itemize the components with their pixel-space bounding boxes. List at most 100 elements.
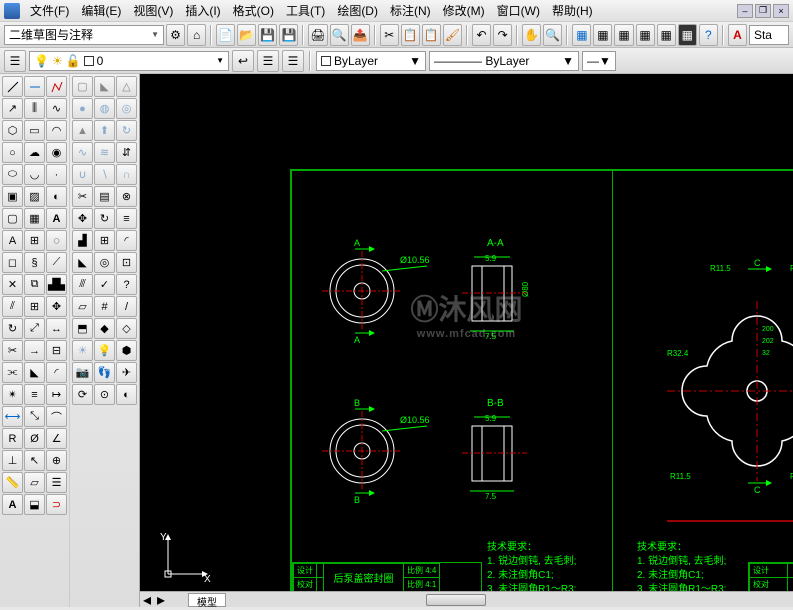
layer-combo[interactable]: 💡 ☀ 🔓 0 ▼ xyxy=(29,51,229,71)
convtosolid-tool[interactable]: ◆ xyxy=(94,318,115,339)
3dalign-tool[interactable]: ≡ xyxy=(116,208,137,229)
block-tool[interactable]: ▣ xyxy=(2,186,23,207)
extend-tool[interactable]: → xyxy=(24,340,45,361)
revcloud-tool[interactable]: ☁ xyxy=(24,142,45,163)
copy-tool[interactable]: ⧉ xyxy=(24,274,45,295)
leader-tool[interactable]: ↖ xyxy=(24,450,45,471)
multiline-tool[interactable]: ⫼ xyxy=(24,98,45,119)
extrude-tool[interactable]: ⬆ xyxy=(94,120,115,141)
material-tool[interactable]: ⬢ xyxy=(116,340,137,361)
drawing-canvas[interactable]: A3图框 A A Ø10.56 A-A xyxy=(140,74,793,607)
edge-tool[interactable]: / xyxy=(116,296,137,317)
rotate-tool[interactable]: ↻ xyxy=(2,318,23,339)
scale-tool[interactable]: ⤢ xyxy=(24,318,45,339)
trim-tool[interactable]: ✂ xyxy=(2,340,23,361)
region-tool[interactable]: ▢ xyxy=(2,208,23,229)
view-tool[interactable]: ⬓ xyxy=(24,494,45,515)
mtext-tool[interactable]: A xyxy=(2,230,23,251)
polygon-tool[interactable]: ⬡ xyxy=(2,120,23,141)
properties-button[interactable]: ▦ xyxy=(572,24,591,46)
box-tool[interactable]: ▢ xyxy=(72,76,93,97)
wedge-tool[interactable]: ◣ xyxy=(94,76,115,97)
list-tool[interactable]: ☰ xyxy=(46,472,67,493)
break-tool[interactable]: ⊟ xyxy=(46,340,67,361)
planar-tool[interactable]: ▱ xyxy=(72,296,93,317)
redo-button[interactable]: ↷ xyxy=(493,24,512,46)
area-tool[interactable]: ▱ xyxy=(24,472,45,493)
section-tool[interactable]: ▤ xyxy=(94,186,115,207)
chamfer-tool[interactable]: ◣ xyxy=(24,362,45,383)
dist-tool[interactable]: 📏 xyxy=(2,472,23,493)
mdi-restore-button[interactable]: ❐ xyxy=(755,4,771,18)
light-tool[interactable]: 💡 xyxy=(94,340,115,361)
workspace-combo[interactable]: 二维草图与注释 ▼ xyxy=(4,25,164,45)
rectangle-tool[interactable]: ▭ xyxy=(24,120,45,141)
loft-tool[interactable]: ≋ xyxy=(94,142,115,163)
plot-button[interactable]: 🖨 xyxy=(308,24,327,46)
dim-ordinate-tool[interactable]: ⊥ xyxy=(2,450,23,471)
xline-tool[interactable]: ↗ xyxy=(2,98,23,119)
dim-radius-tool[interactable]: R xyxy=(2,428,23,449)
dim-arc-tool[interactable]: ⌒ xyxy=(46,406,67,427)
hatch-tool[interactable]: ▨ xyxy=(24,186,45,207)
mdi-minimize-button[interactable]: ‒ xyxy=(737,4,753,18)
array-tool[interactable]: ⊞ xyxy=(24,296,45,317)
clean-tool[interactable]: ✓ xyxy=(94,274,115,295)
linetype-combo[interactable]: ———— ByLayer ▼ xyxy=(429,51,579,71)
ucs-tool[interactable]: A xyxy=(2,494,23,515)
insert-tool[interactable]: ⊞ xyxy=(24,230,45,251)
menu-edit[interactable]: 编辑(E) xyxy=(75,0,127,21)
join-tool[interactable]: ⫘ xyxy=(2,362,23,383)
boundary-tool[interactable]: ◌ xyxy=(46,230,67,251)
gradient-tool[interactable]: ◐ xyxy=(46,186,67,207)
dim-linear-tool[interactable]: ⟷ xyxy=(2,406,23,427)
3dmove-tool[interactable]: ✥ xyxy=(72,208,93,229)
toolpalette-button[interactable]: ▦ xyxy=(614,24,633,46)
text-tool[interactable]: A xyxy=(46,208,67,229)
chamferedge-tool[interactable]: ◣ xyxy=(72,252,93,273)
presspull-tool[interactable]: ⇵ xyxy=(116,142,137,163)
dim-aligned-tool[interactable]: ⤡ xyxy=(24,406,45,427)
menu-window[interactable]: 窗口(W) xyxy=(491,0,546,21)
torus-tool[interactable]: ◎ xyxy=(116,98,137,119)
menu-tools[interactable]: 工具(T) xyxy=(280,0,331,21)
mdi-close-button[interactable]: × xyxy=(773,4,789,18)
hscroll-thumb[interactable] xyxy=(426,594,486,606)
vpoint-tool[interactable]: ⊙ xyxy=(94,384,115,405)
imprint-tool[interactable]: ⊡ xyxy=(116,252,137,273)
erase-tool[interactable]: ✕ xyxy=(2,274,23,295)
dim-diameter-tool[interactable]: Ø xyxy=(24,428,45,449)
magnet-tool[interactable]: ⊃ xyxy=(46,494,67,515)
subtract-tool[interactable]: ∖ xyxy=(94,164,115,185)
align-tool[interactable]: ≡ xyxy=(24,384,45,405)
layer-manager-button[interactable]: ☰ xyxy=(4,50,26,72)
mirror-tool[interactable]: ▟▙ xyxy=(46,274,67,295)
fillet-tool[interactable]: ◜ xyxy=(46,362,67,383)
wipeout-tool[interactable]: ◻ xyxy=(2,252,23,273)
saveas-button[interactable]: 💾 xyxy=(279,24,298,46)
menu-draw[interactable]: 绘图(D) xyxy=(331,0,384,21)
workspace-settings-button[interactable]: ⚙ xyxy=(166,24,185,46)
union-tool[interactable]: ∪ xyxy=(72,164,93,185)
dim-angular-tool[interactable]: ∠ xyxy=(46,428,67,449)
layer-iso-button[interactable]: ☰ xyxy=(282,50,304,72)
menu-file[interactable]: 文件(F) xyxy=(24,0,75,21)
designcenter-button[interactable]: ▦ xyxy=(593,24,612,46)
pan-button[interactable]: ✋ xyxy=(522,24,541,46)
separate-tool[interactable]: ⫻ xyxy=(72,274,93,295)
model-tab[interactable]: 模型 xyxy=(188,593,226,607)
line-tool[interactable] xyxy=(2,76,23,97)
3dpoly-tool[interactable]: ⟋ xyxy=(46,252,67,273)
slice-tool[interactable]: ✂ xyxy=(72,186,93,207)
pyramid-tool[interactable]: ▲ xyxy=(72,120,93,141)
ellipsearc-tool[interactable]: ◡ xyxy=(24,164,45,185)
point-tool[interactable]: · xyxy=(46,164,67,185)
interfere-tool[interactable]: ⊗ xyxy=(116,186,137,207)
layer-states-button[interactable]: ☰ xyxy=(257,50,279,72)
tolerance-tool[interactable]: ⊕ xyxy=(46,450,67,471)
save-button[interactable]: 💾 xyxy=(258,24,277,46)
markup-button[interactable]: ▦ xyxy=(657,24,676,46)
matchprop-button[interactable]: 🖌 xyxy=(443,24,462,46)
zoom-button[interactable]: 🔍 xyxy=(543,24,562,46)
cylinder-tool[interactable]: ◍ xyxy=(94,98,115,119)
